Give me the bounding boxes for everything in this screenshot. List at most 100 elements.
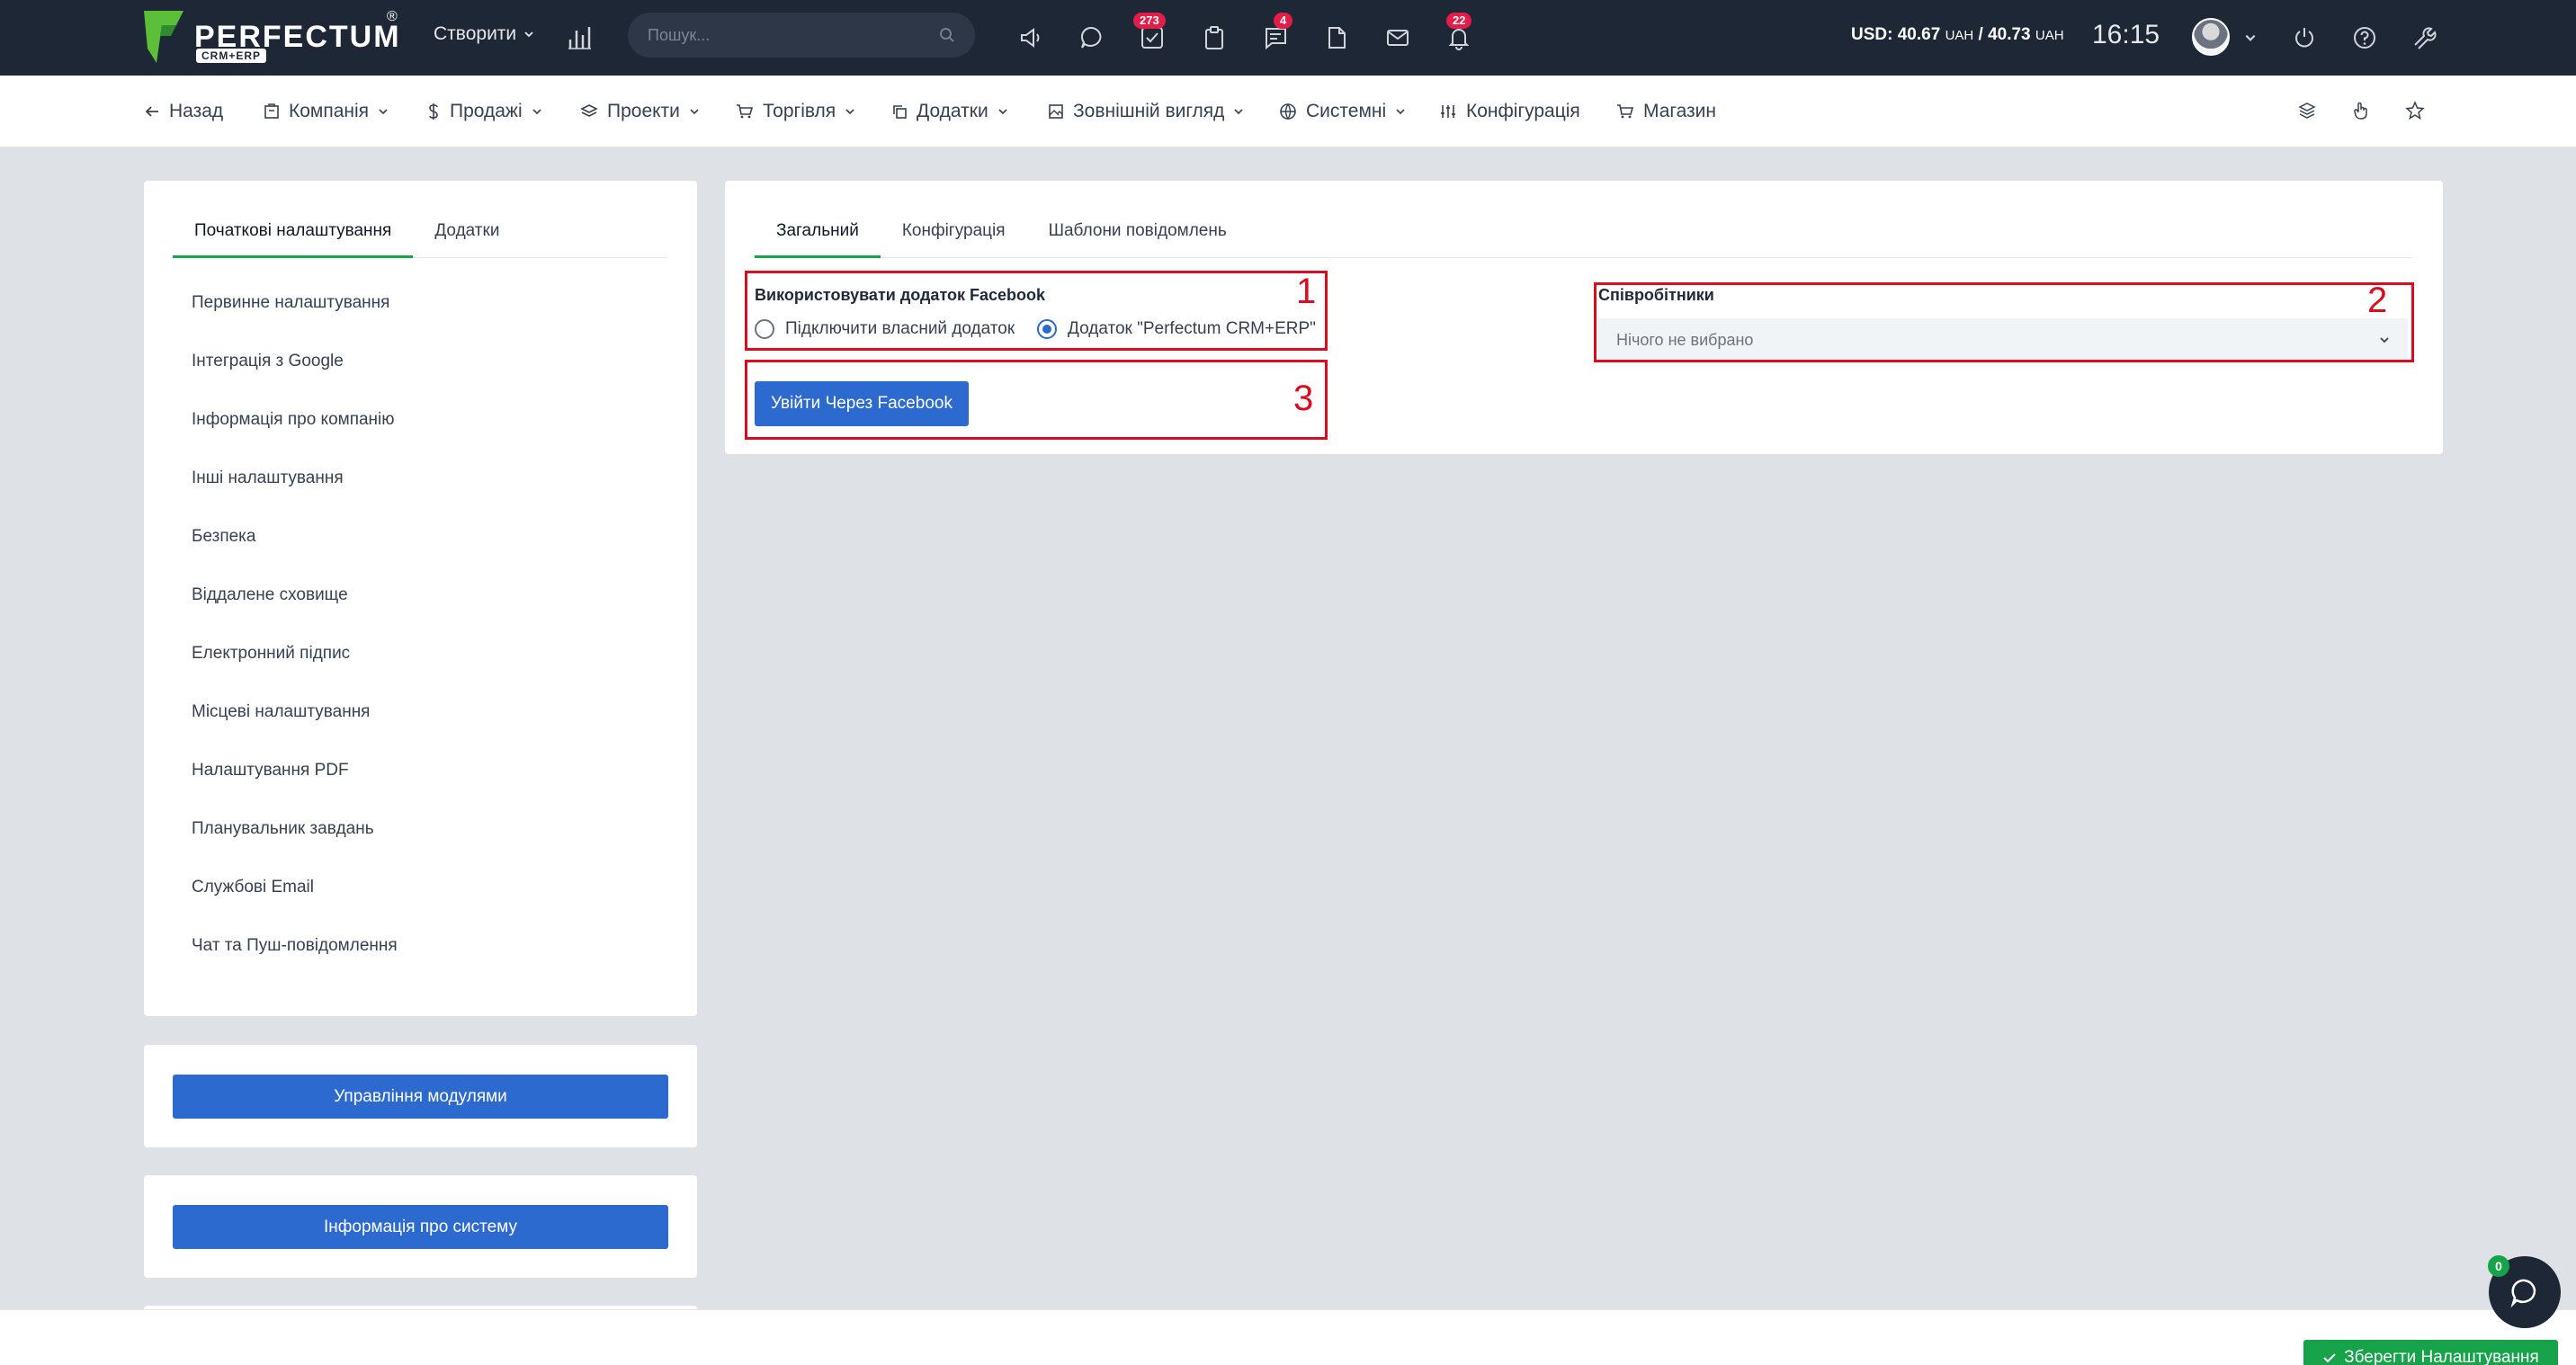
logo[interactable]: PERFECTUM CRM+ERP ®	[144, 9, 405, 67]
nav-sales-label: Продажі	[450, 101, 523, 121]
help-icon[interactable]	[2347, 20, 2383, 56]
tab-initial-settings[interactable]: Початкові налаштування	[173, 221, 414, 258]
main-tabs: Загальний Конфігурація Шаблони повідомле…	[755, 221, 2412, 258]
currency-rate: USD: 40.67 UAH / 40.73 UAH	[1851, 25, 2064, 45]
currency-unit-2: UAH	[2035, 28, 2064, 43]
nav-config-label: Конфігурація	[1466, 101, 1580, 121]
chat-count-badge: 0	[2488, 1255, 2509, 1277]
chevron-down-icon	[690, 109, 699, 115]
nav-trade[interactable]: Торгівля	[736, 101, 855, 122]
logo-mark-icon	[144, 11, 183, 63]
building-icon	[264, 103, 279, 119]
layers-stack-icon[interactable]	[2297, 101, 2317, 120]
messages-icon[interactable]: 4	[1257, 13, 1293, 56]
dollar-icon	[429, 103, 438, 120]
logo-registered: ®	[387, 9, 398, 24]
clipboard-icon[interactable]	[1196, 20, 1232, 56]
nav-company-label: Компанія	[289, 101, 370, 121]
mail-icon[interactable]	[1380, 20, 1416, 56]
shop-cart-icon	[1617, 104, 1634, 119]
sidebar-item[interactable]: Місцеві налаштування	[192, 702, 370, 722]
footer-bar	[0, 1309, 2576, 1365]
power-icon[interactable]	[2286, 20, 2322, 56]
bell-icon[interactable]: 22	[1441, 13, 1477, 56]
sidebar-item[interactable]: Планувальник завдань	[192, 819, 374, 839]
search-box[interactable]	[628, 13, 975, 58]
avatar[interactable]	[2192, 18, 2230, 56]
chat-bubble-icon[interactable]	[1074, 20, 1110, 56]
annotation-box-3	[745, 360, 1328, 440]
annotation-number-1: 1	[1296, 272, 1317, 311]
sidebar-item[interactable]: Чат та Пуш-повідомлення	[192, 936, 398, 956]
chevron-down-icon	[1234, 109, 1243, 115]
nav-appearance[interactable]: Зовнішній вигляд	[1048, 101, 1244, 122]
chevron-down-icon	[524, 31, 533, 38]
nav-addons-label: Додатки	[917, 101, 988, 121]
nav-config[interactable]: Конфігурація	[1439, 101, 1580, 122]
tab-general[interactable]: Загальний	[755, 221, 881, 258]
search-input[interactable]	[648, 25, 939, 45]
sidebar-item[interactable]: Інтеграція з Google	[192, 352, 344, 371]
sidebar-item[interactable]: Електронний підпис	[192, 644, 350, 664]
nav-system-label: Системні	[1306, 101, 1387, 121]
nav-addons[interactable]: Додатки	[891, 101, 1008, 122]
currency-usd: USD: 40.67	[1851, 25, 1941, 44]
copy-icon	[893, 105, 907, 119]
sliders-icon	[1441, 105, 1455, 118]
system-info-button[interactable]: Інформація про систему	[173, 1205, 668, 1249]
chevron-down-icon	[998, 109, 1007, 115]
annotation-box-1	[745, 271, 1328, 351]
nav-system[interactable]: Системні	[1279, 101, 1406, 122]
annotation-number-3: 3	[1293, 379, 1314, 418]
logo-sub: CRM+ERP	[196, 49, 267, 63]
nav-shop-label: Магазин	[1643, 101, 1717, 121]
nav-back-label: Назад	[169, 101, 224, 121]
nav-bar: Назад Компанія Продажі Проекти Торгівля …	[0, 76, 2576, 147]
document-icon[interactable]	[1319, 20, 1355, 56]
wrench-icon[interactable]	[2407, 20, 2443, 56]
sidebar-item[interactable]: Налаштування PDF	[192, 761, 349, 781]
nav-shop[interactable]: Магазин	[1616, 101, 1716, 122]
chat-icon	[2510, 1279, 2536, 1308]
star-icon[interactable]	[2405, 101, 2425, 120]
clock: 16:15	[2092, 20, 2160, 49]
annotation-box-2	[1594, 282, 2414, 362]
reports-chart-icon[interactable]	[561, 20, 597, 56]
save-settings-button[interactable]: Зберегти Налаштування	[2303, 1340, 2558, 1365]
sidebar-item[interactable]: Службові Email	[192, 878, 314, 897]
create-label: Створити	[434, 23, 517, 44]
sidebar-tabs: Початкові налаштування Додатки	[173, 221, 667, 258]
arrow-left-icon	[145, 106, 158, 117]
hand-pointer-icon[interactable]	[2351, 101, 2371, 120]
nav-projects-label: Проекти	[607, 101, 680, 121]
sidebar-item[interactable]: Безпека	[192, 527, 255, 547]
check-icon	[2323, 1353, 2336, 1363]
tab-addons[interactable]: Додатки	[413, 221, 521, 257]
sidebar-item[interactable]: Інші налаштування	[192, 468, 344, 488]
currency-unit-1: UAH	[1945, 28, 1974, 43]
tab-message-templates[interactable]: Шаблони повідомлень	[1027, 221, 1248, 257]
nav-back[interactable]: Назад	[144, 101, 223, 122]
sidebar-item[interactable]: Віддалене сховище	[192, 585, 348, 605]
modules-button[interactable]: Управління модулями	[173, 1075, 668, 1119]
save-settings-label: Зберегти Налаштування	[2344, 1348, 2539, 1365]
chevron-down-icon	[379, 109, 388, 115]
avatar-chevron-down-icon[interactable]	[2232, 20, 2268, 56]
nav-projects[interactable]: Проекти	[580, 101, 700, 122]
create-menu[interactable]: Створити	[434, 23, 534, 45]
nav-sales[interactable]: Продажі	[426, 101, 542, 122]
tab-configuration[interactable]: Конфігурація	[881, 221, 1027, 257]
sidebar-item[interactable]: Первинне налаштування	[192, 293, 389, 313]
sidebar-item[interactable]: Інформація про компанію	[192, 410, 395, 430]
chevron-down-icon	[1396, 109, 1405, 115]
nav-appearance-label: Зовнішній вигляд	[1073, 101, 1225, 121]
image-icon	[1049, 104, 1063, 119]
annotation-number-2: 2	[2367, 281, 2388, 320]
megaphone-icon[interactable]	[1013, 20, 1049, 56]
chevron-down-icon	[532, 109, 541, 115]
nav-company[interactable]: Компанія	[264, 101, 389, 122]
search-icon[interactable]	[939, 27, 955, 43]
chevron-down-icon	[845, 109, 854, 115]
notifications-badge: 22	[1446, 13, 1472, 29]
tasks-checkbox-icon[interactable]: 273	[1133, 13, 1170, 56]
